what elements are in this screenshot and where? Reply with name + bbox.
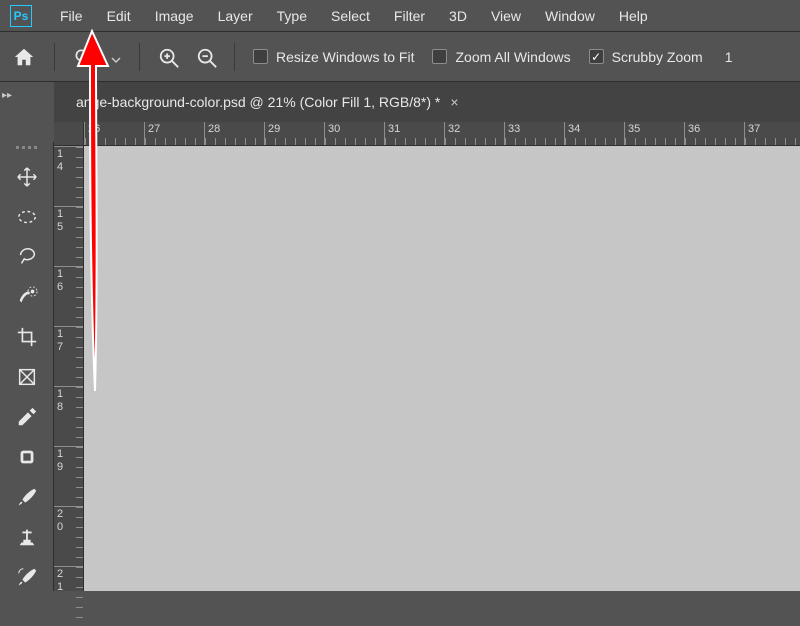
ruler-tick: 1	[57, 208, 63, 220]
ruler-origin[interactable]	[54, 122, 84, 146]
ruler-tick: 1	[57, 148, 63, 160]
toolbar-grip-icon[interactable]	[12, 146, 42, 150]
ruler-tick: 4	[57, 161, 63, 173]
ruler-tick: 28	[208, 123, 220, 135]
menu-select[interactable]: Select	[319, 4, 382, 28]
zoom-all-checkbox[interactable]: Zoom All Windows	[432, 49, 570, 65]
ruler-tick: 0	[57, 521, 63, 533]
ruler-tick: 1	[57, 388, 63, 400]
menu-help[interactable]: Help	[607, 4, 660, 28]
ruler-tick: 37	[748, 123, 760, 135]
ruler-tick: 2	[57, 508, 63, 520]
photoshop-logo-icon: Ps	[10, 5, 32, 27]
ruler-tick: 29	[268, 123, 280, 135]
ruler-tick: 2	[57, 568, 63, 580]
ruler-tick: 1	[57, 268, 63, 280]
ruler-tick: 35	[628, 123, 640, 135]
home-icon[interactable]	[12, 46, 36, 68]
document-tabbar: ange-background-color.psd @ 21% (Color F…	[54, 82, 800, 122]
scrubby-zoom-label: Scrubby Zoom	[612, 49, 703, 65]
vertical-ruler[interactable]: 14 15 16 17 18 19 20 21	[54, 146, 84, 591]
menu-type[interactable]: Type	[265, 4, 319, 28]
clone-stamp-tool-icon[interactable]	[14, 524, 40, 550]
healing-brush-tool-icon[interactable]	[14, 444, 40, 470]
checkbox-icon	[432, 49, 447, 64]
ruler-tick: 8	[57, 401, 63, 413]
ruler-tick: 5	[57, 221, 63, 233]
eyedropper-tool-icon[interactable]	[14, 404, 40, 430]
lasso-tool-icon[interactable]	[14, 244, 40, 270]
checkbox-checked-icon	[589, 49, 604, 64]
menu-file[interactable]: File	[48, 4, 95, 28]
menubar: Ps File Edit Image Layer Type Select Fil…	[0, 0, 800, 32]
menu-layer[interactable]: Layer	[206, 4, 265, 28]
brush-tool-icon[interactable]	[14, 484, 40, 510]
ruler-tick: 36	[688, 123, 700, 135]
quick-select-tool-icon[interactable]	[14, 284, 40, 310]
scrubby-zoom-checkbox[interactable]: Scrubby Zoom	[589, 49, 703, 65]
ruler-tick: 31	[388, 123, 400, 135]
ruler-tick: 30	[328, 123, 340, 135]
document-tab-title: ange-background-color.psd @ 21% (Color F…	[76, 94, 440, 110]
menu-3d[interactable]: 3D	[437, 4, 479, 28]
zoom-out-icon[interactable]	[196, 47, 216, 67]
resize-windows-checkbox[interactable]: Resize Windows to Fit	[253, 49, 414, 65]
crop-tool-icon[interactable]	[14, 324, 40, 350]
ruler-tick: 7	[57, 341, 63, 353]
ruler-tick: 1	[57, 581, 63, 593]
ruler-tick: 1	[57, 328, 63, 340]
menu-filter[interactable]: Filter	[382, 4, 437, 28]
trailing-value[interactable]: 1	[725, 49, 733, 65]
collapsed-panel-handle-icon[interactable]: ▸▸	[2, 90, 14, 101]
horizontal-ruler[interactable]: 26 27 28 29 30 31 32 33 34 35 36 37 38	[84, 122, 800, 146]
ruler-tick: 34	[568, 123, 580, 135]
document-tab[interactable]: ange-background-color.psd @ 21% (Color F…	[76, 94, 459, 110]
divider	[139, 43, 140, 71]
checkbox-icon	[253, 49, 268, 64]
divider	[54, 43, 55, 71]
ruler-tick: 27	[148, 123, 160, 135]
options-bar: Resize Windows to Fit Zoom All Windows S…	[0, 32, 800, 82]
marquee-tool-icon[interactable]	[14, 204, 40, 230]
menu-image[interactable]: Image	[143, 4, 206, 28]
chevron-down-icon[interactable]	[111, 52, 121, 62]
move-tool-icon[interactable]	[14, 164, 40, 190]
zoom-in-icon[interactable]	[158, 47, 178, 67]
tools-panel	[0, 142, 54, 591]
ruler-tick: 26	[88, 123, 100, 135]
menu-view[interactable]: View	[479, 4, 533, 28]
frame-tool-icon[interactable]	[14, 364, 40, 390]
ruler-tick: 32	[448, 123, 460, 135]
close-icon[interactable]: ×	[450, 94, 458, 110]
ruler-tick: 9	[57, 461, 63, 473]
history-brush-tool-icon[interactable]	[14, 564, 40, 590]
zoom-tool-preset-icon[interactable]	[73, 47, 93, 67]
canvas[interactable]	[84, 146, 800, 591]
resize-windows-label: Resize Windows to Fit	[276, 49, 414, 65]
divider	[234, 43, 235, 71]
zoom-all-label: Zoom All Windows	[455, 49, 570, 65]
menu-window[interactable]: Window	[533, 4, 607, 28]
menu-edit[interactable]: Edit	[95, 4, 143, 28]
ruler-tick: 1	[57, 448, 63, 460]
ruler-tick: 33	[508, 123, 520, 135]
ruler-tick: 6	[57, 281, 63, 293]
